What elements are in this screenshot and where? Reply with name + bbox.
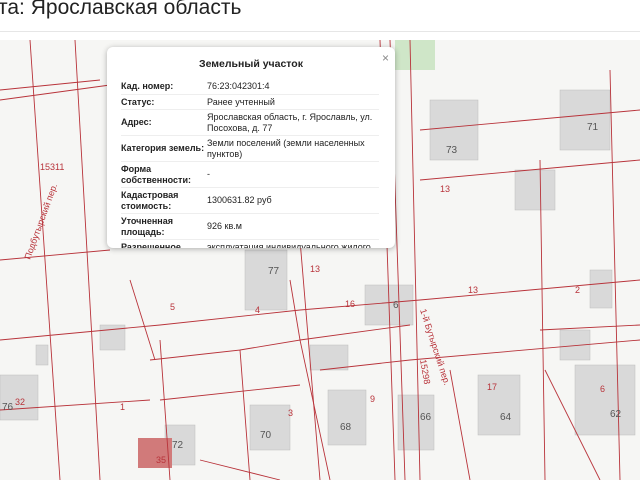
map-label: 6 — [600, 384, 605, 394]
map-label: 77 — [268, 266, 280, 277]
map-label: 62 — [610, 409, 622, 420]
page-title: та: Ярославская область — [0, 0, 242, 19]
map-label: 4 — [255, 305, 260, 315]
map-label: 32 — [15, 397, 25, 407]
info-row: Кадастровая стоимость: 1300631.82 руб — [121, 187, 379, 214]
map-label: 35 — [156, 455, 166, 465]
info-key: Разрешенное — [121, 239, 207, 248]
map-label: 13 — [440, 184, 450, 194]
map-label: 64 — [500, 412, 512, 423]
divider — [0, 31, 640, 32]
info-key: Кад. номер: — [121, 79, 207, 95]
map-label: 17 — [487, 382, 497, 392]
map-label: 9 — [370, 394, 375, 404]
parcel-info-popup: × Земельный участок Кад. номер: 76:23:042… — [107, 47, 395, 248]
building — [249, 404, 291, 451]
map-label: 15311 — [40, 162, 64, 172]
info-row: Уточненная площадь: 926 кв.м — [121, 213, 379, 240]
close-icon[interactable]: × — [382, 51, 389, 65]
map-label: 72 — [172, 440, 184, 451]
building — [309, 344, 349, 371]
map-label: 68 — [340, 422, 352, 433]
info-key: Форма собственности: — [121, 161, 207, 188]
info-value: Ярославская область, г. Ярославль, ул. П… — [207, 109, 379, 136]
info-row: Категория земель: Земли поселений (земли … — [121, 135, 379, 162]
building — [35, 344, 49, 366]
info-row: Форма собственности: - — [121, 161, 379, 188]
info-key: Кадастровая стоимость: — [121, 187, 207, 214]
info-key: Уточненная площадь: — [121, 213, 207, 240]
building — [574, 364, 636, 436]
building — [244, 249, 288, 311]
building — [514, 169, 556, 211]
map-label: 70 — [260, 430, 272, 441]
info-key: Категория земель: — [121, 135, 207, 162]
map-label: 16 — [345, 299, 355, 309]
info-row: Статус: Ранее учтенный — [121, 94, 379, 110]
map-label: 66 — [420, 412, 432, 423]
building — [559, 89, 611, 151]
map-label: 13 — [468, 285, 478, 295]
info-value: эксплуатация индивидуального жилого — [207, 239, 379, 248]
map-label: 6 — [393, 300, 399, 311]
map-label: 71 — [587, 122, 599, 133]
info-value: Земли поселений (земли населенных пункто… — [207, 135, 379, 162]
building — [327, 389, 367, 446]
building — [477, 374, 521, 436]
info-value: 926 кв.м — [207, 213, 379, 240]
green-area — [395, 40, 435, 70]
info-row: Разрешенное эксплуатация индивидуального … — [121, 239, 379, 248]
map-label: 1 — [120, 402, 125, 412]
map-label: 5 — [170, 302, 175, 312]
parcel-info-table: Кад. номер: 76:23:042301:4 Статус: Ранее уч… — [121, 79, 379, 248]
info-value: 76:23:042301:4 — [207, 79, 379, 95]
map-label: 15298 — [418, 359, 432, 385]
info-key: Статус: — [121, 94, 207, 110]
info-value: - — [207, 161, 379, 188]
popup-title: Земельный участок — [199, 58, 303, 70]
info-row: Кад. номер: 76:23:042301:4 — [121, 79, 379, 95]
map-label: 3 — [288, 408, 293, 418]
info-row: Адрес: Ярославская область, г. Ярославль,… — [121, 109, 379, 136]
map-label: 76 — [2, 402, 14, 413]
info-key: Адрес: — [121, 109, 207, 136]
map-label: 13 — [310, 264, 320, 274]
map-label: 2 — [575, 285, 580, 295]
building — [589, 269, 613, 309]
info-value: Ранее учтенный — [207, 94, 379, 110]
map-label: 73 — [446, 145, 458, 156]
info-value: 1300631.82 руб — [207, 187, 379, 214]
